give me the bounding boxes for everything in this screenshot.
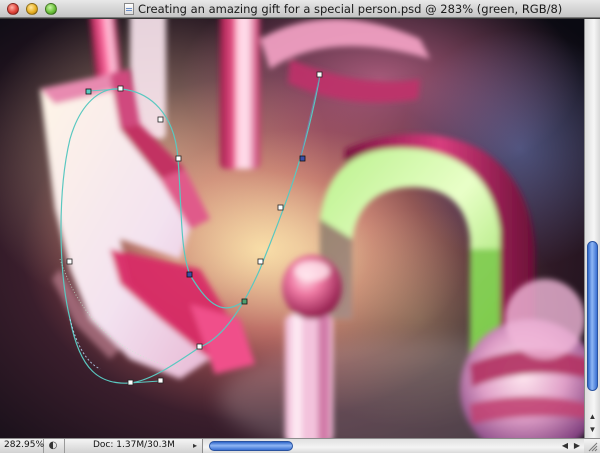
- document-size-info: Doc: 1.37M/30.3M: [64, 439, 192, 453]
- zoom-icon[interactable]: [45, 3, 57, 15]
- chevron-right-icon[interactable]: ▶: [571, 440, 583, 452]
- window-title: Creating an amazing gift for a special p…: [138, 2, 563, 16]
- horizontal-scroll-thumb[interactable]: [209, 441, 293, 451]
- photoshop-document-window: Creating an amazing gift for a special p…: [0, 0, 600, 453]
- document-icon[interactable]: [124, 3, 134, 15]
- horizontal-scrollbar[interactable]: ◀ ▶: [202, 439, 584, 453]
- preview-icon[interactable]: ◐: [46, 440, 60, 452]
- dot-letter: [282, 255, 342, 438]
- status-menu-icon[interactable]: ▸: [193, 440, 201, 452]
- zoom-level-field[interactable]: 282.95%: [0, 439, 44, 453]
- resize-grip-icon[interactable]: [586, 440, 598, 452]
- chevron-down-icon[interactable]: ▼: [585, 424, 600, 436]
- vertical-scrollbar[interactable]: ▲ ▼: [584, 19, 600, 438]
- close-icon[interactable]: [7, 3, 19, 15]
- document-canvas[interactable]: [0, 19, 584, 438]
- minimize-icon[interactable]: [26, 3, 38, 15]
- vertical-scroll-thumb[interactable]: [587, 241, 598, 391]
- chevron-left-icon[interactable]: ◀: [559, 440, 571, 452]
- status-bar: 282.95% ◐ Doc: 1.37M/30.3M ▸ ◀ ▶: [0, 438, 600, 453]
- title-bar[interactable]: Creating an amazing gift for a special p…: [0, 0, 600, 18]
- chevron-up-icon[interactable]: ▲: [585, 411, 600, 423]
- artwork-image: [0, 19, 584, 438]
